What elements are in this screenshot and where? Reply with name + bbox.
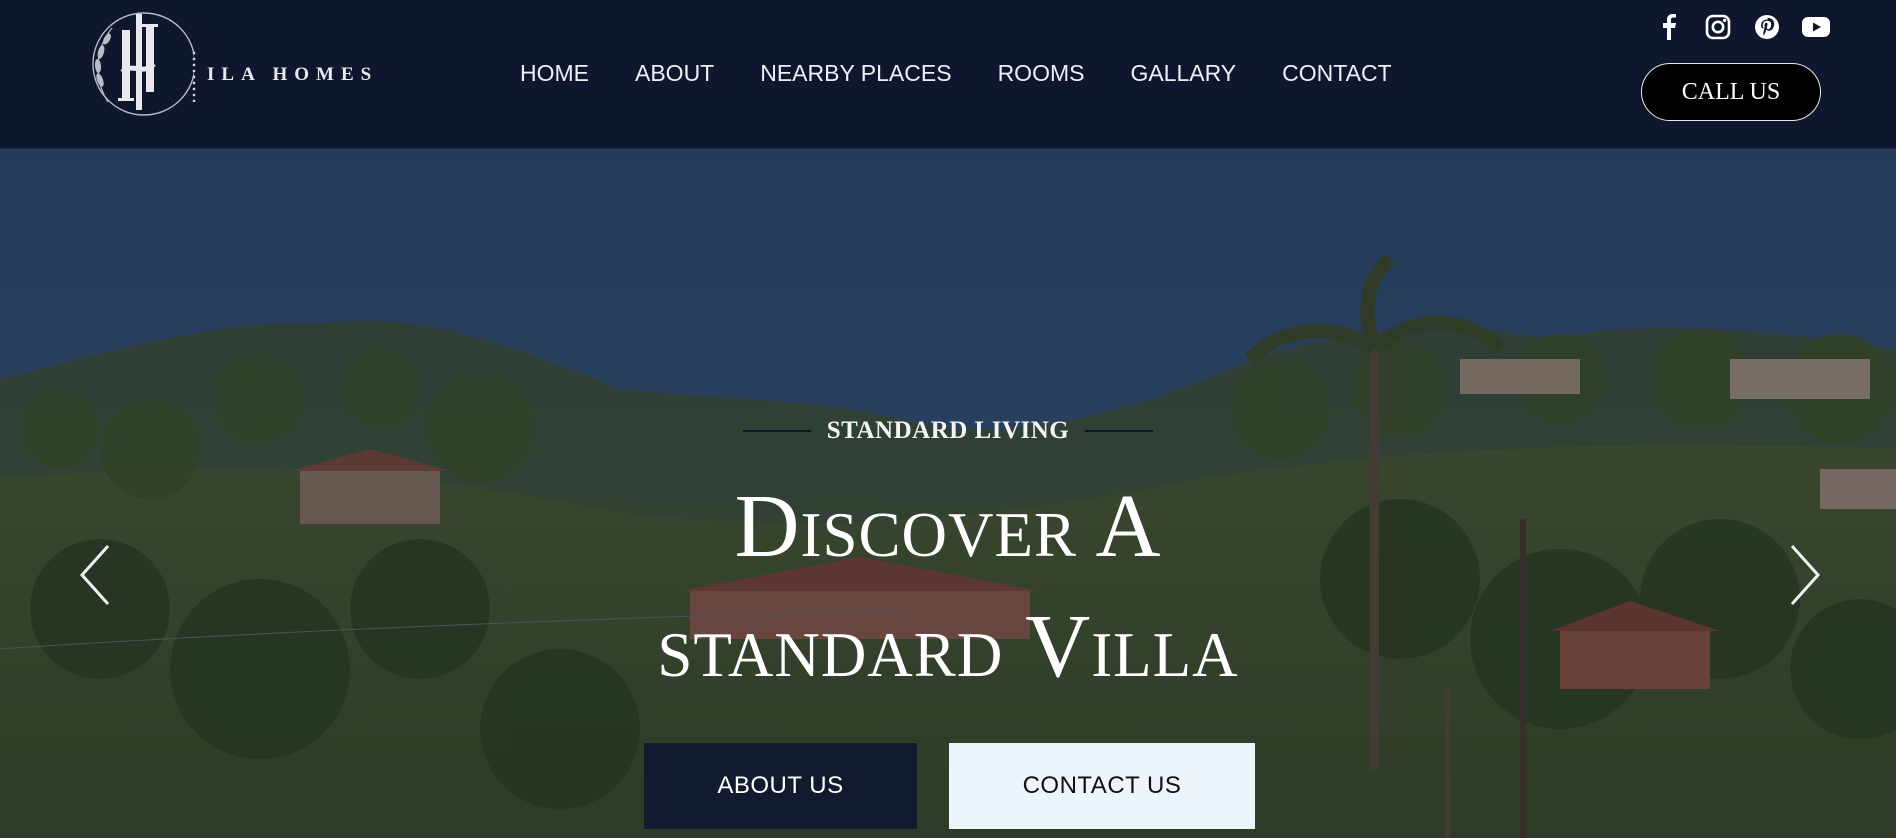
brand-name: ILA HOMES xyxy=(207,64,379,85)
nav-home[interactable]: HOME xyxy=(520,60,589,87)
main-nav: HOME ABOUT NEARBY PLACES ROOMS GALLARY C… xyxy=(520,60,1438,87)
hero-eyebrow: STANDARD LIVING xyxy=(0,417,1896,445)
eyebrow-line-right xyxy=(1085,430,1154,432)
hero-headline-line-1: Discover A xyxy=(734,477,1162,576)
hero-headline: Discover A standard Villa xyxy=(0,467,1896,707)
instagram-icon[interactable] xyxy=(1704,13,1732,41)
contact-us-button[interactable]: CONTACT US xyxy=(949,743,1255,829)
pinterest-icon[interactable] xyxy=(1753,13,1781,41)
brand-logo[interactable]: ILA HOMES xyxy=(84,10,394,118)
hero-eyebrow-text: STANDARD LIVING xyxy=(826,417,1070,444)
eyebrow-line-left xyxy=(742,430,811,432)
about-us-button[interactable]: ABOUT US xyxy=(644,743,917,829)
call-us-button[interactable]: CALL US xyxy=(1641,63,1821,121)
nav-about[interactable]: ABOUT xyxy=(635,60,714,87)
chevron-right-icon[interactable] xyxy=(1784,542,1824,608)
facebook-icon[interactable] xyxy=(1655,13,1683,41)
nav-rooms[interactable]: ROOMS xyxy=(998,60,1085,87)
nav-contact[interactable]: CONTACT xyxy=(1282,60,1391,87)
youtube-icon[interactable] xyxy=(1802,13,1830,41)
nav-nearby-places[interactable]: NEARBY PLACES xyxy=(760,60,951,87)
social-links xyxy=(1634,13,1830,41)
hero-headline-line-2: standard Villa xyxy=(657,597,1239,696)
chevron-left-icon[interactable] xyxy=(76,542,116,608)
monogram-icon xyxy=(92,12,194,116)
nav-gallary[interactable]: GALLARY xyxy=(1130,60,1236,87)
logo-divider xyxy=(192,50,196,102)
hero-slider: STANDARD LIVING Discover A standard Vill… xyxy=(0,149,1896,838)
site-header: ILA HOMES HOME ABOUT NEARBY PLACES ROOMS… xyxy=(0,0,1896,149)
